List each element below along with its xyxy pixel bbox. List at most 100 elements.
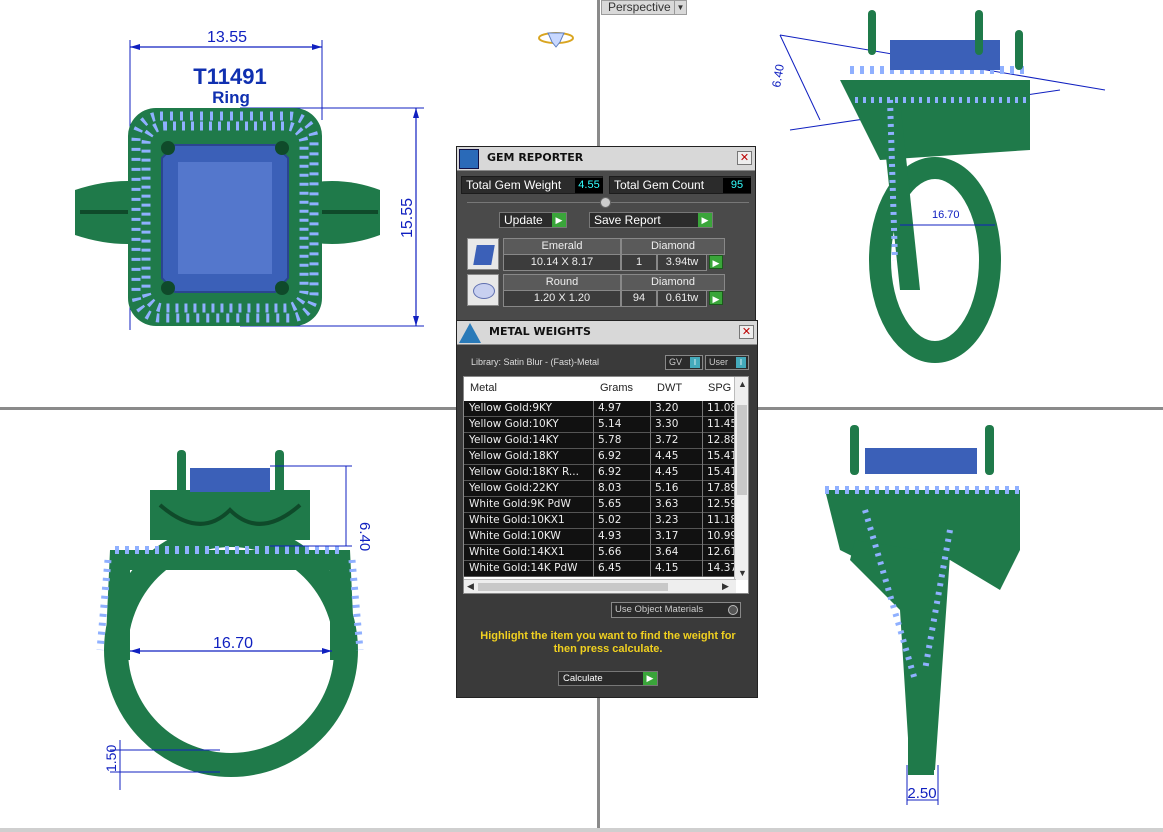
- spg-cell: 15.41: [707, 450, 738, 462]
- col-metal: Metal: [470, 382, 497, 394]
- column-separator: [650, 401, 651, 417]
- dim-inner-front: 16.70: [213, 635, 253, 652]
- gem-reporter-panel: GEM REPORTER ✕ Total Gem Weight 4.55 Tot…: [456, 146, 756, 322]
- table-row[interactable]: White Gold:14K PdW 6.45 4.15 14.37: [464, 561, 737, 577]
- scroll-thumb[interactable]: [478, 583, 668, 591]
- dim-height-persp: 6.40: [769, 63, 787, 89]
- column-separator: [593, 449, 594, 465]
- spg-cell: 12.61: [707, 546, 738, 558]
- gem-reporter-header[interactable]: GEM REPORTER ✕: [457, 147, 755, 171]
- column-separator: [593, 529, 594, 545]
- table-row[interactable]: White Gold:9K PdW 5.65 3.63 12.59: [464, 497, 737, 513]
- grams-cell: 5.65: [598, 498, 622, 510]
- model-id: T11491: [193, 64, 266, 89]
- close-icon[interactable]: ✕: [737, 151, 752, 165]
- scroll-left-icon[interactable]: ◀: [467, 581, 474, 592]
- total-weight-value: 4.55: [575, 178, 603, 193]
- column-separator: [650, 497, 651, 513]
- metal-cell: White Gold:10KW: [469, 530, 561, 542]
- dim-width-side: 2.50: [907, 785, 936, 802]
- metal-cell: Yellow Gold:9KY: [469, 402, 552, 414]
- total-count-value: 95: [723, 178, 751, 193]
- play-icon[interactable]: ▶: [709, 255, 723, 269]
- scroll-up-icon[interactable]: ▲: [738, 379, 747, 389]
- gv-toggle[interactable]: GV I: [665, 355, 703, 370]
- dwt-cell: 3.30: [655, 418, 679, 430]
- save-report-button[interactable]: Save Report ▶: [589, 212, 713, 228]
- gem-size: 1.20 X 1.20: [503, 290, 621, 307]
- spg-cell: 11.18: [707, 514, 738, 526]
- column-separator: [650, 545, 651, 561]
- scroll-right-icon[interactable]: ▶: [722, 581, 729, 592]
- dwt-cell: 4.45: [655, 466, 679, 478]
- dwt-cell: 3.17: [655, 530, 679, 542]
- table-row[interactable]: White Gold:10KX1 5.02 3.23 11.18: [464, 513, 737, 529]
- spg-cell: 12.88: [707, 434, 738, 446]
- metal-cell: Yellow Gold:18KY R...: [469, 466, 579, 478]
- metal-cell: Yellow Gold:10KY: [469, 418, 559, 430]
- dwt-cell: 4.15: [655, 562, 679, 574]
- close-icon[interactable]: ✕: [739, 325, 754, 339]
- table-row[interactable]: Yellow Gold:18KY R... 6.92 4.45 15.41: [464, 465, 737, 481]
- scroll-down-icon[interactable]: ▼: [738, 568, 747, 578]
- collapse-handle[interactable]: [600, 197, 611, 208]
- calculate-label: Calculate: [563, 673, 603, 684]
- table-row[interactable]: Yellow Gold:9KY 4.97 3.20 11.08: [464, 401, 737, 417]
- table-row[interactable]: Yellow Gold:18KY 6.92 4.45 15.41: [464, 449, 737, 465]
- scroll-thumb[interactable]: [737, 405, 747, 495]
- grams-cell: 5.02: [598, 514, 622, 526]
- use-object-materials-toggle[interactable]: Use Object Materials: [611, 602, 741, 618]
- col-grams: Grams: [600, 382, 633, 394]
- perspective-label[interactable]: Perspective ▼: [601, 0, 687, 15]
- gem-row-round[interactable]: Round Diamond 1.20 X 1.20 94 0.61tw ▶: [465, 273, 749, 307]
- spg-cell: 15.41: [707, 466, 738, 478]
- gem-reporter-icon: [459, 149, 479, 169]
- column-separator: [702, 513, 703, 529]
- column-separator: [650, 513, 651, 529]
- metal-cell: White Gold:14KX1: [469, 546, 565, 558]
- library-label: Library: Satin Blur - (Fast)-Metal: [471, 357, 600, 367]
- table-row[interactable]: White Gold:14KX1 5.66 3.64 12.61: [464, 545, 737, 561]
- column-separator: [593, 401, 594, 417]
- ring-preview-icon[interactable]: [538, 32, 574, 48]
- save-report-label: Save Report: [594, 213, 661, 227]
- dim-shank-front: 1.50: [103, 745, 119, 772]
- gem-row-emerald[interactable]: Emerald Diamond 10.14 X 8.17 1 3.94tw ▶: [465, 237, 749, 271]
- dwt-cell: 3.63: [655, 498, 679, 510]
- horizontal-scrollbar[interactable]: ◀ ▶: [464, 579, 736, 593]
- gem-count: 1: [621, 254, 657, 271]
- play-icon: ▶: [698, 213, 712, 227]
- table-row[interactable]: Yellow Gold:14KY 5.78 3.72 12.88: [464, 433, 737, 449]
- spg-cell: 12.59: [707, 498, 738, 510]
- table-row[interactable]: Yellow Gold:10KY 5.14 3.30 11.45: [464, 417, 737, 433]
- bottom-strip: [0, 828, 1163, 832]
- gv-label: GV: [669, 357, 683, 367]
- dwt-cell: 3.64: [655, 546, 679, 558]
- gem-size: 10.14 X 8.17: [503, 254, 621, 271]
- update-button[interactable]: Update ▶: [499, 212, 567, 228]
- dim-width: 13.55: [207, 29, 247, 46]
- play-icon[interactable]: ▶: [709, 291, 723, 305]
- spg-cell: 17.89: [707, 482, 738, 494]
- column-separator: [702, 449, 703, 465]
- vertical-scrollbar[interactable]: ▲ ▼: [734, 377, 748, 580]
- column-separator: [650, 417, 651, 433]
- metal-weights-panel: METAL WEIGHTS ✕ Library: Satin Blur - (F…: [456, 320, 758, 698]
- col-spg: SPG: [708, 382, 732, 394]
- calculate-button[interactable]: Calculate ▶: [558, 671, 658, 686]
- grams-cell: 6.92: [598, 466, 622, 478]
- table-row[interactable]: White Gold:10KW 4.93 3.17 10.99: [464, 529, 737, 545]
- gem-reporter-title: GEM REPORTER: [487, 151, 584, 164]
- gem-type: Diamond: [621, 274, 725, 291]
- table-row[interactable]: Yellow Gold:22KY 8.03 5.16 17.89: [464, 481, 737, 497]
- column-separator: [650, 481, 651, 497]
- column-separator: [702, 401, 703, 417]
- metal-weights-header[interactable]: METAL WEIGHTS ✕: [457, 321, 757, 345]
- user-label: User: [709, 357, 729, 367]
- chevron-down-icon[interactable]: ▼: [674, 1, 686, 14]
- dwt-cell: 3.72: [655, 434, 679, 446]
- dwt-cell: 3.23: [655, 514, 679, 526]
- metal-weights-table[interactable]: Metal Grams DWT SPG Yellow Gold:9KY 4.97 3…: [463, 376, 749, 594]
- instruction-text: Highlight the item you want to find the …: [480, 630, 736, 655]
- user-toggle[interactable]: User I: [705, 355, 749, 370]
